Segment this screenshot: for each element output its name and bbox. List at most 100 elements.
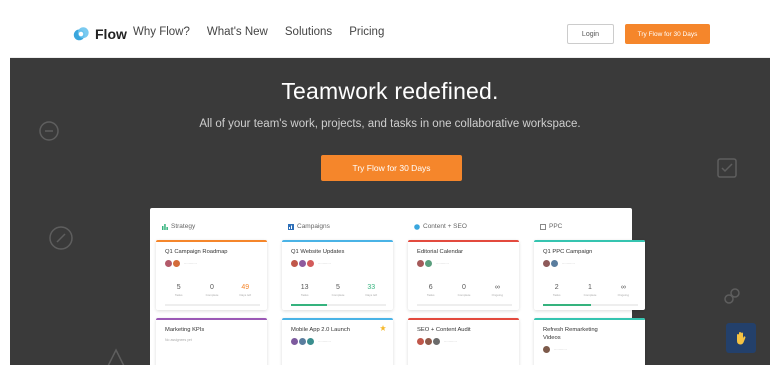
card-accent [156,240,267,242]
stat-label: Ongoing [491,293,503,297]
nav-link-whats-new[interactable]: What's New [207,26,268,38]
stat-label: Tasks [552,293,561,297]
card-title: Marketing KPIs [165,327,205,333]
nav-link-solutions[interactable]: Solutions [285,26,332,38]
try-flow-nav-button[interactable]: Try Flow for 30 Days [625,24,710,44]
stat-value: 49 [241,284,250,291]
column-header: Content + SEO [414,223,467,230]
progress-bar [165,304,260,306]
column-header: Strategy [162,223,195,230]
card-title: Q1 Campaign Roadmap [165,249,228,255]
card-accent [534,240,645,242]
stat-value: 33 [367,284,376,291]
card-assignees: ··········· [543,346,567,353]
avatar [425,260,432,267]
stat-label: Complete [205,293,219,297]
column-title: Campaigns [297,223,330,230]
stat-label: Tasks [174,293,183,297]
card-assignees: ··········· [165,260,197,267]
waving-hand-icon [737,332,746,345]
stat-value: 6 [428,284,433,291]
stat-label: Complete [331,293,345,297]
card-accent [156,318,267,320]
avatar [299,338,306,345]
progress-bar [417,304,512,306]
avatar [307,260,314,267]
avatar [417,260,424,267]
card-accent [408,318,519,320]
avatar [307,338,314,345]
stat-label: Complete [583,293,597,297]
board-card[interactable]: SEO + Content Audit ··········· [408,318,519,365]
stat-value: ∞ [620,284,626,291]
stat-value: 0 [210,284,214,291]
check-box-deco-icon [717,158,737,178]
card-assignees: ··········· [417,260,449,267]
hero-subtitle: All of your team's work, projects, and t… [199,118,581,130]
stat-value: 5 [176,284,181,291]
board-card[interactable]: Editorial Calendar ··········· 6 Tasks 0 C… [408,240,519,310]
stat-value: 13 [300,284,309,291]
board-column-ppc: PPC Q1 PPC Campaign ··········· 2 Tasks 1… [528,208,648,365]
progress-bar [291,304,386,306]
card-stats: 2 Tasks 1 Complete ∞ Ongoing [540,284,640,297]
board-card[interactable]: Refresh Remarketing Videos ··········· [534,318,645,365]
avatar [425,338,432,345]
try-flow-hero-button[interactable]: Try Flow for 30 Days [321,155,462,181]
star-icon [380,325,386,331]
top-strip [0,0,770,10]
nav-links: Why Flow? What's New Solutions Pricing [133,26,384,38]
board-card[interactable]: Mobile App 2.0 Launch ··········· [282,318,393,365]
column-title: PPC [549,223,563,230]
pencil-bubble-deco-icon [49,226,73,250]
avatar [543,346,550,353]
stat-value: 2 [554,284,559,291]
avatar [291,338,298,345]
avatar [173,260,180,267]
card-title: SEO + Content Audit [417,327,471,333]
nav-link-why-flow[interactable]: Why Flow? [133,26,190,38]
card-title: Q1 Website Updates [291,249,345,255]
board-card[interactable]: Q1 Website Updates ··········· 13 Tasks 5… [282,240,393,310]
card-title: Mobile App 2.0 Launch [291,327,350,333]
login-button[interactable]: Login [567,24,614,44]
board-card[interactable]: Q1 PPC Campaign ··········· 2 Tasks 1 Comp… [534,240,645,310]
card-assignees: ··········· [417,338,457,345]
card-stats: 13 Tasks 5 Complete 33 Days left [288,284,388,297]
card-title: Refresh Remarketing Videos [543,327,598,341]
card-title: Editorial Calendar [417,249,464,255]
chat-widget-button[interactable] [726,323,756,353]
stat-label: Complete [457,293,471,297]
card-accent [534,318,645,320]
ppc-icon [540,223,546,230]
column-title: Strategy [171,223,196,230]
column-header: Campaigns [288,223,330,230]
stat-label: Tasks [426,293,435,297]
card-stats: 5 Tasks 0 Complete 49 Days left [162,284,262,297]
stat-value: 5 [336,284,340,291]
card-assignees: ··········· [543,260,575,267]
stat-value: ∞ [494,284,500,291]
stat-label: Days left [239,293,252,297]
card-assignees: ··········· [291,338,331,345]
avatar [543,260,550,267]
board-preview: Strategy Q1 Campaign Roadmap ···········… [150,208,645,365]
card-subtext: No assignees yet [165,338,192,342]
avatar [299,260,306,267]
board-card[interactable]: Marketing KPIs No assignees yet [156,318,267,365]
board-column-content-seo: Content + SEO Editorial Calendar ·······… [402,208,522,365]
top-navigation: Flow Why Flow? What's New Solutions Pric… [10,10,770,58]
nav-link-pricing[interactable]: Pricing [349,26,384,38]
stat-value: 1 [588,284,592,291]
board-card[interactable]: Q1 Campaign Roadmap ··········· 5 Tasks 0… [156,240,267,310]
globe-icon [414,223,420,230]
stat-label: Ongoing [617,293,629,297]
card-stats: 6 Tasks 0 Complete ∞ Ongoing [414,284,514,297]
chart-icon [288,223,294,230]
link-deco-icon [724,288,740,304]
card-assignees: ··········· [291,260,331,267]
logo-text: Flow [95,26,127,42]
avatar [551,260,558,267]
flow-logo[interactable]: Flow [72,24,127,44]
card-title: Q1 PPC Campaign [543,249,593,255]
